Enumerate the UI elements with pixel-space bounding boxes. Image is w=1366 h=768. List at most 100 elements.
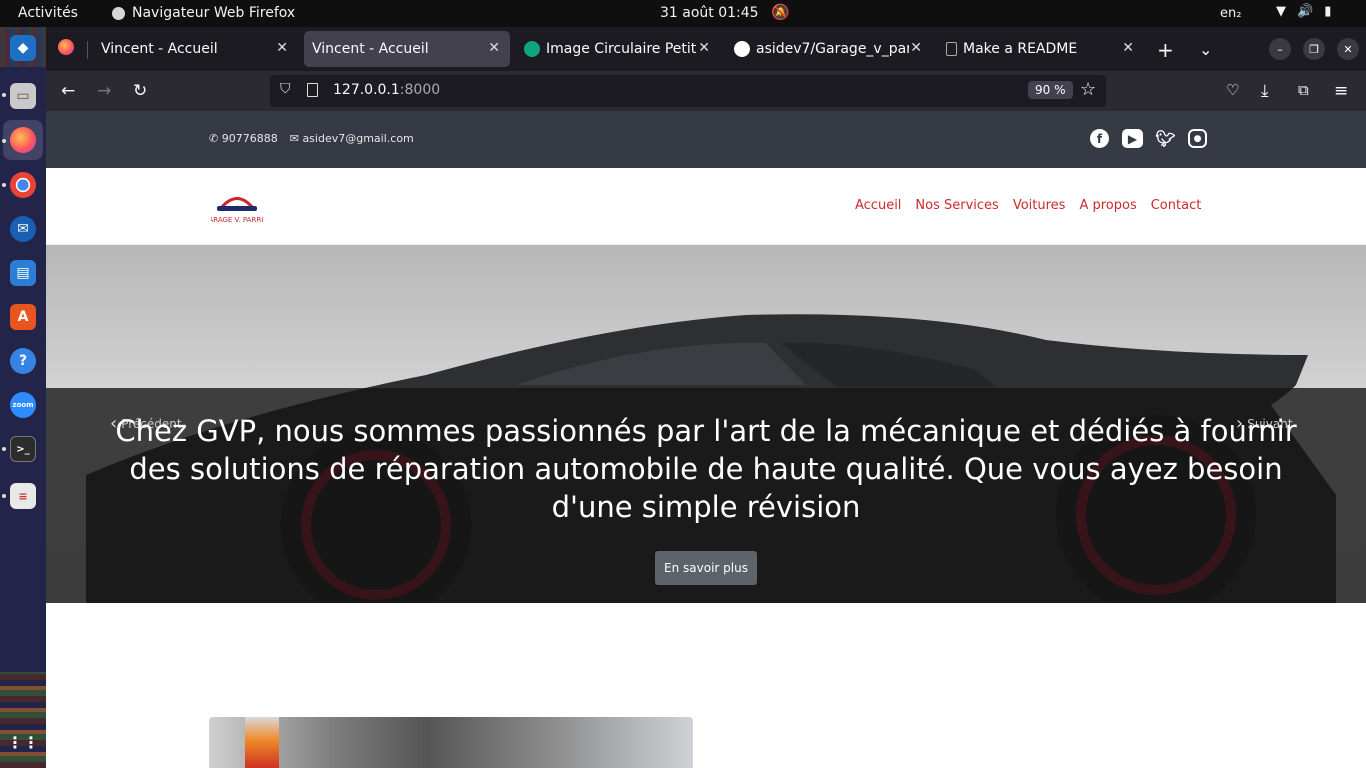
app-menu[interactable]: Navigateur Web Firefox: [112, 5, 295, 21]
envelope-icon: ✉: [289, 132, 299, 145]
tab-title: Image Circulaire Petite: [546, 41, 696, 57]
writer-icon[interactable]: ▤: [10, 260, 36, 286]
menu-item-apropos[interactable]: A propos: [1079, 198, 1136, 213]
firefox-view-icon[interactable]: [58, 39, 74, 55]
pocket-icon[interactable]: ♡: [1226, 81, 1239, 99]
menu-item-voitures[interactable]: Voitures: [1013, 198, 1066, 213]
twitter-icon[interactable]: 🐦︎: [1155, 129, 1175, 148]
tab-title: Make a README: [963, 41, 1078, 57]
instagram-icon[interactable]: ●: [1188, 129, 1207, 148]
chatgpt-icon: [524, 41, 540, 57]
bookmark-star-icon[interactable]: ☆: [1080, 79, 1096, 100]
email-address: asidev7@gmail.com: [302, 132, 414, 145]
site-navbar: GARAGE V. PARROT Accueil Nos Services Vo…: [46, 168, 1366, 245]
firefox-dock-icon[interactable]: [3, 120, 43, 160]
downloads-icon[interactable]: ⤓: [1261, 81, 1269, 101]
menu-item-services[interactable]: Nos Services: [915, 198, 998, 213]
contact-details: ✆ 90776888 ✉ asidev7@gmail.com: [209, 132, 414, 145]
menu-item-accueil[interactable]: Accueil: [855, 198, 901, 213]
page-info-icon[interactable]: [307, 83, 318, 97]
running-indicator: [2, 139, 6, 143]
tab-separator: [87, 41, 88, 59]
phone-contact[interactable]: ✆ 90776888: [209, 132, 278, 145]
dock: ◆ ▭ ✉ ▤ A ? zoom >_ ≡ ⋮⋮: [0, 27, 46, 768]
volume-icon: 🔊: [1297, 4, 1314, 19]
running-indicator: [2, 494, 6, 498]
page-icon: [946, 42, 957, 56]
zoom-level[interactable]: 90 %: [1028, 81, 1073, 99]
notifications-muted-icon: 🔕: [771, 3, 790, 21]
system-tray[interactable]: ▼ 🔊 ▮: [1276, 4, 1331, 19]
forward-arrow-icon[interactable]: →: [97, 81, 111, 101]
carousel-caption: Chez GVP, nous sommes passionnés par l'a…: [115, 414, 1297, 524]
menu-hamburger-icon[interactable]: ≡: [1334, 81, 1348, 101]
chrome-icon[interactable]: [10, 172, 36, 198]
app-center-icon[interactable]: A: [10, 304, 36, 330]
service-photo: [209, 717, 693, 768]
url-host: 127.0.0.1: [333, 82, 400, 98]
learn-more-button[interactable]: En savoir plus: [655, 551, 757, 585]
tab-list-chevron-icon[interactable]: ⌄: [1199, 40, 1212, 59]
close-icon[interactable]: ✕: [488, 40, 500, 56]
show-apps-icon[interactable]: ⋮⋮: [7, 729, 39, 755]
garage-logo[interactable]: GARAGE V. PARROT: [211, 186, 263, 226]
tracking-shield-icon[interactable]: ⛉: [280, 81, 291, 97]
tab-5[interactable]: Make a README ✕: [938, 31, 1144, 67]
extensions-icon[interactable]: ⧉: [1298, 81, 1309, 99]
new-tab-icon[interactable]: +: [1157, 38, 1174, 62]
social-links: f ▶ 🐦︎ ●: [1090, 129, 1207, 148]
github-icon: [734, 41, 750, 57]
url-text[interactable]: 127.0.0.1:8000: [333, 82, 440, 98]
tab-2-active[interactable]: Vincent - Accueil ✕: [304, 31, 510, 67]
battery-icon: ▮: [1324, 4, 1332, 19]
tab-3[interactable]: Image Circulaire Petite ✕: [516, 31, 720, 67]
restore-icon[interactable]: ❐: [1303, 38, 1325, 60]
running-indicator: [2, 93, 6, 97]
youtube-icon[interactable]: ▶: [1122, 129, 1143, 148]
firefox-small-icon: [112, 6, 125, 20]
tab-title: Vincent - Accueil: [101, 41, 218, 57]
url-bar[interactable]: ⛉ 127.0.0.1:8000 90 % ☆: [270, 75, 1106, 107]
keyboard-layout[interactable]: en₂: [1220, 6, 1241, 21]
page-viewport: ✆ 90776888 ✉ asidev7@gmail.com f ▶ 🐦︎ ● …: [46, 111, 1366, 768]
help-icon[interactable]: ?: [10, 348, 36, 374]
vscode-icon[interactable]: ◆: [10, 35, 36, 61]
terminal-icon[interactable]: >_: [10, 436, 36, 462]
tab-strip: Vincent - Accueil ✕ Vincent - Accueil ✕ …: [46, 27, 1366, 71]
main-menu: Accueil Nos Services Voitures A propos C…: [855, 198, 1201, 213]
zoom-icon[interactable]: zoom: [10, 392, 36, 418]
minimize-icon[interactable]: –: [1269, 38, 1291, 60]
files-icon[interactable]: ▭: [10, 83, 36, 109]
close-icon[interactable]: ✕: [910, 40, 922, 56]
reload-icon[interactable]: ↻: [133, 81, 147, 101]
contact-info-bar: ✆ 90776888 ✉ asidev7@gmail.com f ▶ 🐦︎ ●: [46, 111, 1366, 168]
tab-title: Vincent - Accueil: [312, 41, 429, 57]
email-contact[interactable]: ✉ asidev7@gmail.com: [290, 132, 414, 145]
facebook-icon[interactable]: f: [1090, 129, 1109, 148]
tail-lamp: [245, 717, 279, 768]
hero-carousel: ‹ Précédent › Suivant Chez GVP, nous somme…: [46, 245, 1366, 603]
close-icon[interactable]: ✕: [276, 40, 288, 56]
app-name: Navigateur Web Firefox: [132, 5, 296, 21]
thunderbird-icon[interactable]: ✉: [10, 216, 36, 242]
logo-text: GARAGE V. PARROT: [211, 216, 263, 224]
tab-4[interactable]: asidev7/Garage_v_parr ✕: [726, 31, 932, 67]
close-icon[interactable]: ✕: [1122, 40, 1134, 56]
navigation-toolbar: ← → ↻ ⛉ 127.0.0.1:8000 90 % ☆ ♡ ⤓ ⧉ ≡: [46, 71, 1366, 111]
running-indicator: [2, 447, 6, 451]
window-close-icon[interactable]: ✕: [1337, 38, 1359, 60]
tab-1[interactable]: Vincent - Accueil ✕: [93, 31, 298, 67]
running-indicator: [2, 183, 6, 187]
clock[interactable]: 31 août 01:45: [660, 5, 759, 21]
activities-button[interactable]: Activités: [18, 5, 78, 21]
phone-number: 90776888: [221, 132, 278, 145]
back-arrow-icon[interactable]: ←: [61, 81, 75, 101]
menu-item-contact[interactable]: Contact: [1151, 198, 1202, 213]
tab-title: asidev7/Garage_v_parr: [756, 41, 909, 57]
phone-icon: ✆: [209, 132, 219, 145]
url-port: :8000: [399, 82, 441, 98]
text-editor-icon[interactable]: ≡: [10, 483, 36, 509]
wifi-icon: ▼: [1276, 4, 1286, 19]
close-icon[interactable]: ✕: [698, 40, 710, 56]
system-top-bar: Activités Navigateur Web Firefox 31 août…: [0, 0, 1366, 27]
